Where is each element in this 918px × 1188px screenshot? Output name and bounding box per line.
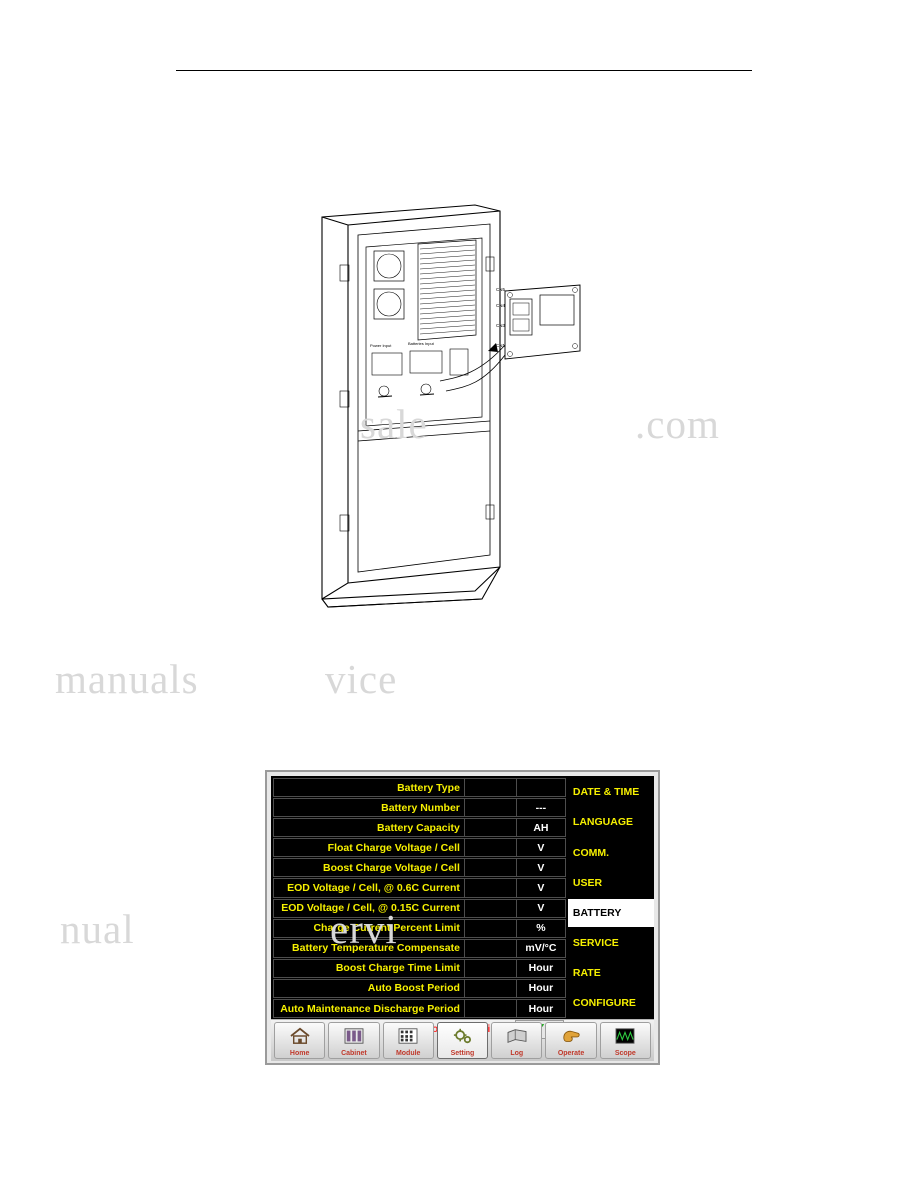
watermark-text: manuals	[55, 656, 199, 702]
setting-unit: V	[516, 898, 566, 918]
watermark-text: nual	[60, 906, 135, 952]
setting-unit: ---	[516, 798, 566, 818]
setting-label: Boost Charge Voltage / Cell	[273, 858, 465, 878]
setting-row: EOD Voltage / Cell, @ 0.6C Current V	[273, 878, 566, 898]
nav-button-setting[interactable]: Setting	[436, 1022, 489, 1059]
menu-item-user[interactable]: USER	[568, 868, 654, 897]
settings-screen: Battery Type Battery Number --- Battery Cap…	[271, 776, 568, 1039]
nav-button-operate[interactable]: Operate	[545, 1022, 597, 1059]
setting-value-field[interactable]	[464, 898, 517, 918]
setting-label: EOD Voltage / Cell, @ 0.15C Current	[273, 898, 465, 918]
setting-value-field[interactable]	[464, 838, 517, 858]
setting-label: Charge Current Percent Limit	[273, 918, 465, 938]
setting-unit: V	[516, 838, 566, 858]
setting-row: Battery Number ---	[273, 798, 566, 818]
bottom-nav-bar: Home Cabinet Module Setting Log Operate Scope	[271, 1019, 654, 1061]
cabinet-line-drawing: CN5 CN4 CN3 CN1 Power Input Batteries In…	[300, 195, 620, 615]
menu-item-rate[interactable]: RATE	[568, 959, 654, 988]
nav-button-log[interactable]: Log	[491, 1022, 543, 1059]
setting-row: Auto Maintenance Discharge Period Hour	[273, 999, 566, 1019]
setting-unit: AH	[516, 818, 566, 838]
nav-button-scope[interactable]: Scope	[599, 1022, 651, 1059]
nav-button-home[interactable]: Home	[274, 1022, 326, 1059]
menu-item-battery[interactable]: BATTERY	[567, 898, 654, 928]
gear-icon	[451, 1025, 473, 1047]
setting-value-field[interactable]	[464, 798, 517, 818]
setting-unit: Hour	[516, 999, 566, 1019]
setting-label: Float Charge Voltage / Cell	[273, 838, 465, 858]
watermark-text: .com	[635, 401, 720, 447]
nav-label: Setting	[450, 1050, 475, 1057]
log-icon	[506, 1025, 528, 1047]
setting-label: Battery Number	[273, 798, 465, 818]
setting-value-field[interactable]	[464, 938, 517, 958]
nav-label: Home	[289, 1050, 310, 1057]
nav-label: Cabinet	[341, 1050, 367, 1057]
svg-text:Batteries Input: Batteries Input	[408, 341, 435, 346]
setting-value-field[interactable]	[464, 958, 517, 978]
setting-row: Battery Temperature Compensate mV/°C	[273, 938, 566, 958]
setting-row: Boost Charge Time Limit Hour	[273, 958, 566, 978]
cabinet-icon	[343, 1025, 365, 1047]
lcd-panel: Battery Type Battery Number --- Battery Cap…	[265, 770, 660, 1065]
setting-unit: mV/°C	[516, 938, 566, 958]
menu-item-service[interactable]: SERVICE	[568, 929, 654, 958]
setting-label: Auto Maintenance Discharge Period	[273, 999, 465, 1019]
menu-item-configure[interactable]: CONFIGURE	[568, 989, 654, 1018]
setting-value-field[interactable]	[464, 978, 517, 999]
setting-row: EOD Voltage / Cell, @ 0.15C Current V	[273, 898, 566, 918]
setting-label: Battery Type	[273, 778, 465, 798]
nav-button-module[interactable]: Module	[382, 1022, 434, 1059]
nav-button-cabinet[interactable]: Cabinet	[328, 1022, 380, 1059]
setting-label: Battery Capacity	[273, 818, 465, 838]
nav-label: Module	[395, 1050, 421, 1057]
menu-item-language[interactable]: LANGUAGE	[568, 808, 654, 837]
module-icon	[397, 1025, 419, 1047]
hand-icon	[560, 1025, 582, 1047]
svg-text:CN1: CN1	[496, 343, 505, 348]
battery-settings-list: Battery Type Battery Number --- Battery Cap…	[273, 778, 566, 1019]
setting-value-field[interactable]	[464, 878, 517, 898]
setting-value-field[interactable]	[464, 999, 517, 1019]
setting-row: Float Charge Voltage / Cell V	[273, 838, 566, 858]
svg-text:CN4: CN4	[496, 303, 505, 308]
svg-text:CN3: CN3	[496, 323, 505, 328]
setting-row: Boost Charge Voltage / Cell V	[273, 858, 566, 878]
setting-unit: Hour	[516, 958, 566, 978]
nav-label: Log	[510, 1050, 524, 1057]
scope-icon	[614, 1025, 636, 1047]
settings-menu: DATE & TIME LANGUAGE COMM. USER BATTERY SERVI…	[567, 776, 654, 1019]
svg-text:CN5: CN5	[496, 287, 505, 292]
setting-row: Auto Boost Period Hour	[273, 978, 566, 999]
watermark-text: vice	[325, 656, 398, 702]
setting-label: Battery Temperature Compensate	[273, 938, 465, 958]
svg-text:Power Input: Power Input	[370, 343, 392, 348]
setting-unit: Hour	[516, 978, 566, 999]
setting-unit	[516, 778, 566, 798]
setting-row: Charge Current Percent Limit%	[273, 918, 566, 938]
setting-unit: V	[516, 858, 566, 878]
setting-value-field[interactable]	[464, 858, 517, 878]
setting-unit: %	[516, 918, 566, 938]
setting-row: Battery Capacity AH	[273, 818, 566, 838]
setting-value-field[interactable]	[464, 918, 517, 938]
page-header-rule	[176, 70, 752, 71]
setting-value-field[interactable]	[464, 818, 517, 838]
setting-label: Boost Charge Time Limit	[273, 958, 465, 978]
setting-value-field[interactable]	[464, 778, 517, 798]
setting-label: Auto Boost Period	[273, 978, 465, 999]
setting-unit: V	[516, 878, 566, 898]
home-icon	[289, 1025, 311, 1047]
nav-label: Scope	[614, 1050, 636, 1057]
setting-row: Battery Type	[273, 778, 566, 798]
menu-item-date-time[interactable]: DATE & TIME	[568, 778, 654, 807]
lcd-content-area: Battery Type Battery Number --- Battery Cap…	[271, 776, 654, 1039]
setting-label: EOD Voltage / Cell, @ 0.6C Current	[273, 878, 465, 898]
menu-item-comm[interactable]: COMM.	[568, 838, 654, 867]
nav-label: Operate	[557, 1050, 585, 1057]
